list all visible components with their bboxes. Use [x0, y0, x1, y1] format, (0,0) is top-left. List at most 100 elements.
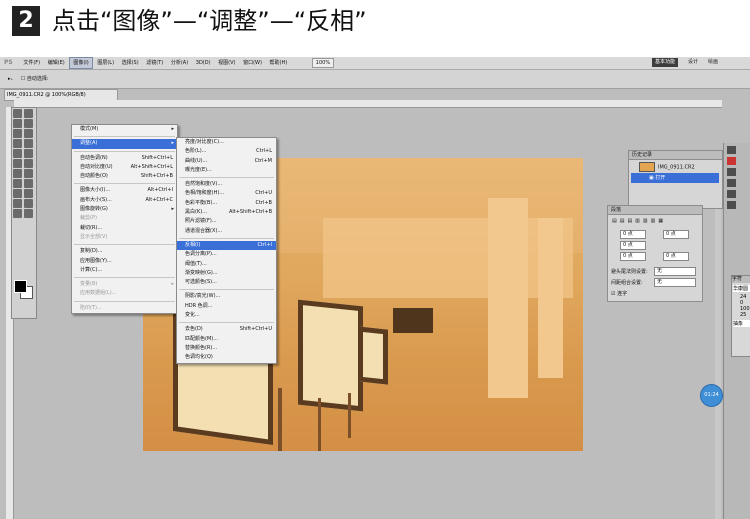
history-brush-icon[interactable]	[24, 149, 33, 158]
menu-item-curves[interactable]: 曲线(U)... Ctrl+M	[177, 157, 276, 166]
layers-panel-icon[interactable]	[727, 179, 736, 187]
menu-item-auto-color[interactable]: 自动颜色(O) Shift+Ctrl+B	[72, 172, 177, 181]
menu-item-selective-color[interactable]: 可选颜色(S)...	[177, 278, 276, 287]
menu-analysis[interactable]: 分析(A)	[168, 57, 191, 69]
antialias-select[interactable]: 抽象	[733, 320, 750, 327]
menu-layer[interactable]: 图层(L)	[94, 57, 117, 69]
magic-wand-tool-icon[interactable]	[24, 119, 33, 128]
menu-item-vibrance[interactable]: 自然饱和度(V)...	[177, 180, 276, 189]
menu-help[interactable]: 帮助(H)	[267, 57, 291, 69]
menu-item-crop[interactable]: 裁剪(P)	[72, 214, 177, 223]
space-before-field[interactable]: 0 点	[620, 252, 646, 261]
3d-rotate-icon[interactable]	[13, 199, 22, 208]
styles-panel-icon[interactable]	[727, 168, 736, 176]
history-snapshot[interactable]: IMG_0911.CR2	[631, 162, 719, 172]
menu-item-match-color[interactable]: 匹配颜色(M)...	[177, 335, 276, 344]
menu-item-trap[interactable]: 陷印(T)...	[72, 304, 177, 313]
gradient-tool-icon[interactable]	[24, 159, 33, 168]
zoom-select[interactable]: 100%	[311, 58, 335, 68]
history-state-open[interactable]: ▣ 打开	[631, 173, 719, 183]
menu-item-shadows-highlights[interactable]: 阴影/高光(W)...	[177, 292, 276, 301]
eraser-tool-icon[interactable]	[13, 159, 22, 168]
menu-item-canvas-size[interactable]: 画布大小(S)... Alt+Ctrl+C	[72, 196, 177, 205]
foreground-color-swatch[interactable]	[14, 280, 27, 293]
indent-first-line-field[interactable]: 0 点	[620, 241, 646, 250]
menu-item-calculations[interactable]: 计算(C)...	[72, 266, 177, 275]
menu-item-apply-data-set[interactable]: 应用数据组(L)...	[72, 289, 177, 298]
menu-item-auto-tone[interactable]: 自动色调(N) Shift+Ctrl+L	[72, 154, 177, 163]
healing-brush-icon[interactable]	[13, 139, 22, 148]
menu-3d[interactable]: 3D(D)	[193, 57, 214, 69]
menu-file[interactable]: 文件(F)	[20, 57, 43, 69]
brush-tool-icon[interactable]	[24, 139, 33, 148]
marquee-tool-icon[interactable]	[24, 109, 33, 118]
menu-item-duplicate[interactable]: 复制(D)...	[72, 247, 177, 256]
mojikumi-select[interactable]: 无	[654, 278, 696, 287]
menu-item-invert[interactable]: 反相(I) Ctrl+I	[177, 240, 276, 251]
menu-item-equalize[interactable]: 色调均化(Q)	[177, 353, 276, 362]
move-tool-icon[interactable]	[13, 109, 22, 118]
menu-item-hdr-toning[interactable]: HDR 色调...	[177, 302, 276, 311]
menu-item-levels[interactable]: 色阶(L)... Ctrl+L	[177, 147, 276, 156]
menu-item-gradient-map[interactable]: 渐变映射(G)...	[177, 269, 276, 278]
menu-view[interactable]: 视图(V)	[215, 57, 238, 69]
menu-item-black-white[interactable]: 黑白(K)... Alt+Shift+Ctrl+B	[177, 208, 276, 217]
align-buttons[interactable]: ▤▤▤▥▥▥▦	[608, 215, 702, 227]
3d-orbit-icon[interactable]	[24, 199, 33, 208]
menu-item-posterize[interactable]: 色调分离(P)...	[177, 250, 276, 259]
channels-panel-icon[interactable]	[727, 190, 736, 198]
workspace-design-button[interactable]: 设计	[685, 58, 701, 67]
tracking-field[interactable]: 25	[732, 312, 750, 318]
menu-item-exposure[interactable]: 曝光度(E)...	[177, 166, 276, 175]
menu-item-variables[interactable]: 变量(B)	[72, 280, 177, 290]
paths-panel-icon[interactable]	[727, 201, 736, 209]
hand-tool-icon[interactable]	[13, 209, 22, 218]
clone-stamp-icon[interactable]	[13, 149, 22, 158]
dodge-tool-icon[interactable]	[24, 169, 33, 178]
menu-item-threshold[interactable]: 阈值(T)...	[177, 260, 276, 269]
menu-item-adjust[interactable]: 调整(A)	[72, 139, 177, 149]
crop-tool-icon[interactable]	[13, 129, 22, 138]
move-tool-icon[interactable]: ▸₊	[0, 76, 13, 82]
indent-left-field[interactable]: 0 点	[620, 230, 646, 239]
hyphenate-checkbox[interactable]: ☑ 连字	[611, 290, 627, 297]
menu-item-image-size[interactable]: 图像大小(I)... Alt+Ctrl+I	[72, 186, 177, 195]
menu-select[interactable]: 选择(S)	[119, 57, 142, 69]
swatches-panel-icon[interactable]	[727, 157, 736, 165]
menu-edit[interactable]: 编辑(E)	[45, 57, 68, 69]
menu-image[interactable]: 图像(I)	[69, 57, 93, 69]
menu-item-photo-filter[interactable]: 照片滤镜(F)...	[177, 217, 276, 226]
path-select-icon[interactable]	[13, 189, 22, 198]
lasso-tool-icon[interactable]	[13, 119, 22, 128]
menu-item-color-balance[interactable]: 色彩平衡(B)... Ctrl+B	[177, 199, 276, 208]
auto-select-checkbox[interactable]: ☐	[15, 76, 25, 82]
menu-item-variations[interactable]: 变化...	[177, 311, 276, 320]
type-tool-icon[interactable]	[24, 179, 33, 188]
workspace-essentials-button[interactable]: 基本功能	[652, 58, 679, 67]
pen-tool-icon[interactable]	[13, 179, 22, 188]
menu-item-replace-color[interactable]: 替换颜色(R)...	[177, 344, 276, 353]
menu-item-brightness-contrast[interactable]: 亮度/对比度(C)...	[177, 138, 276, 147]
menu-window[interactable]: 窗口(W)	[240, 57, 265, 69]
menu-item-trim[interactable]: 裁切(R)...	[72, 224, 177, 233]
menu-item-reveal-all[interactable]: 显示全部(V)	[72, 233, 177, 242]
zoom-tool-icon[interactable]	[24, 209, 33, 218]
menu-item-image-rotation[interactable]: 图像旋转(G)	[72, 205, 177, 215]
menu-filter[interactable]: 滤镜(T)	[143, 57, 166, 69]
menu-item-mode[interactable]: 模式(M)	[72, 125, 177, 135]
character-panel-tab[interactable]: 字符	[732, 276, 750, 283]
kinsoku-select[interactable]: 无	[654, 267, 696, 276]
menu-item-desaturate[interactable]: 去色(D) Shift+Ctrl+U	[177, 325, 276, 334]
shape-tool-icon[interactable]	[24, 189, 33, 198]
history-panel-tab[interactable]: 历史记录	[629, 151, 722, 160]
indent-right-field[interactable]: 0 点	[663, 230, 689, 239]
font-family-field[interactable]: 华康圆	[733, 285, 750, 292]
menu-item-auto-contrast[interactable]: 自动对比度(U) Alt+Shift+Ctrl+L	[72, 163, 177, 172]
menu-item-channel-mixer[interactable]: 通道混合器(X)...	[177, 227, 276, 236]
menu-item-hue-saturation[interactable]: 色相/饱和度(H)... Ctrl+U	[177, 189, 276, 198]
workspace-paint-button[interactable]: 绘画	[705, 58, 721, 67]
menu-item-apply-image[interactable]: 应用图像(Y)...	[72, 257, 177, 266]
blur-tool-icon[interactable]	[13, 169, 22, 178]
eyedropper-tool-icon[interactable]	[24, 129, 33, 138]
paragraph-panel-tab[interactable]: 段落	[608, 206, 702, 215]
